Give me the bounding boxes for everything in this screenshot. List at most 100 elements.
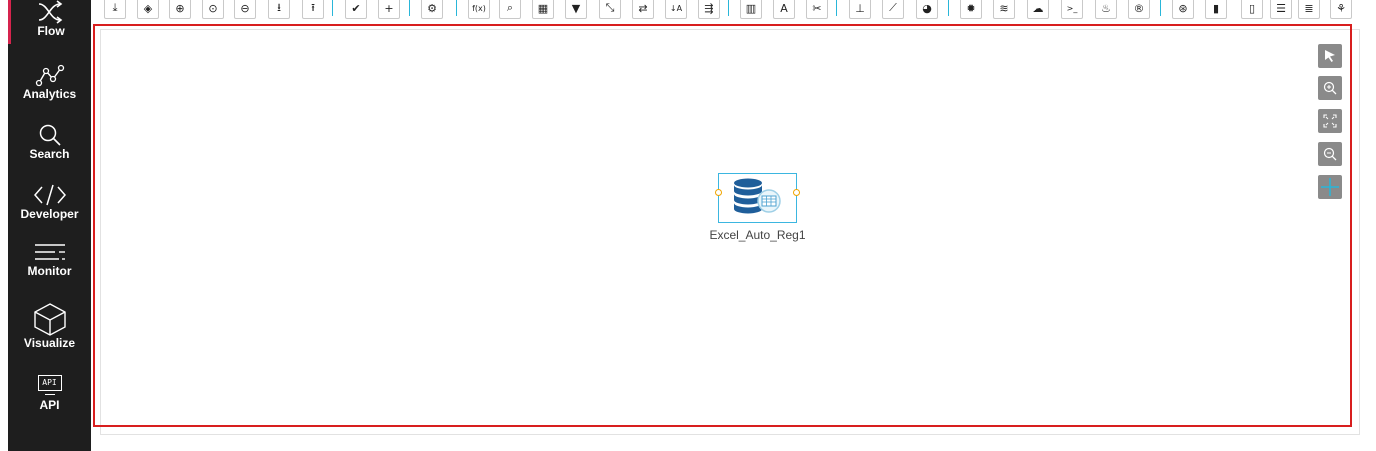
search-button[interactable]: ⌕ [499, 0, 521, 19]
brain-button[interactable]: ☁ [1027, 0, 1049, 19]
db-stack-button[interactable]: ≣ [1298, 0, 1320, 19]
sidebar-item-label: Analytics [22, 87, 77, 101]
target-button[interactable]: ⊙ [202, 0, 224, 19]
window-edge [0, 0, 8, 451]
api-icon-text: API [42, 378, 57, 387]
cylinder-icon: ▯ [1248, 1, 1256, 15]
hive-icon: ⚘ [1336, 1, 1346, 15]
settings-group-icon: ⚙ [427, 1, 437, 15]
collapse-button[interactable]: ⤡ [599, 0, 621, 19]
pie-chart-icon: ◕ [922, 1, 932, 15]
excel-button[interactable]: ▦ [532, 0, 554, 19]
check-button[interactable]: ✔ [345, 0, 367, 19]
globe-icon: ⊛ [1178, 1, 1188, 15]
hierarchy-icon: ⊥ [855, 1, 865, 15]
file-icon: ▮ [1212, 1, 1220, 15]
fit-screen-button[interactable] [1318, 109, 1342, 133]
settings-group-button[interactable]: ⚙ [421, 0, 443, 19]
sidebar-item-monitor[interactable]: Monitor [8, 242, 91, 278]
pointer-tool-button[interactable] [1318, 44, 1342, 68]
download-button[interactable]: ⭳ [268, 0, 290, 19]
sort-az-icon: ↓A [669, 3, 683, 13]
plus-button[interactable]: + [378, 0, 400, 19]
file-button[interactable]: ▮ [1205, 0, 1227, 19]
indent-icon: ☰ [1276, 1, 1286, 15]
eye-off-icon: ◈ [143, 1, 153, 15]
filter-button[interactable]: ▼ [565, 0, 587, 19]
node-label: Excel_Auto_Reg1 [709, 228, 806, 242]
target-icon: ⊙ [208, 1, 218, 15]
toolbar-separator [728, 0, 729, 16]
eye-off-button[interactable]: ◈ [137, 0, 159, 19]
sidebar-item-api[interactable]: API API [8, 375, 91, 412]
upload-icon: ⭱ [311, 0, 315, 14]
database-excel-icon [734, 178, 781, 214]
sidebar-item-label: API [39, 398, 60, 412]
line-chart-button[interactable]: ⟋ [882, 0, 904, 19]
sidebar-item-developer[interactable]: Developer [8, 183, 91, 221]
sidebar-item-flow[interactable]: Flow [8, 0, 91, 44]
swap-icon: ⇄ [638, 1, 648, 15]
pie-chart-button[interactable]: ◕ [916, 0, 938, 19]
input-port[interactable] [715, 189, 722, 196]
add-circle-icon: ⊕ [175, 1, 185, 15]
collapse-icon: ⤡ [605, 1, 615, 14]
function-button[interactable]: f(x) [468, 0, 490, 19]
hive-button[interactable]: ⚘ [1330, 0, 1352, 19]
toolbar-separator [1160, 0, 1161, 16]
brain-icon: ☁ [1032, 1, 1044, 15]
toolbar: ⤓ ◈ ⊕ ⊙ ⊖ ⭳ ⭱ ✔ + ⚙ f(x) ⌕ ▦ ▼ ⤡ ⇄ ↓A ⇶ ▥ A ✂ ⊥ ⟋ ◕ ✹ ≋ ☁ >_ ♨ ® ⊛ ▮ ▯ ☰ ≣… [91, 0, 1376, 22]
code-icon [33, 184, 66, 206]
sidebar-item-analytics[interactable]: Analytics [8, 63, 91, 101]
sidebar: Flow Analytics Search Developer Monitor … [8, 0, 91, 451]
sidebar-item-label: Flow [37, 24, 65, 38]
toolbar-separator [836, 0, 837, 16]
download-icon: ⭳ [277, 0, 281, 14]
toolbar-separator [948, 0, 949, 16]
pan-tool-button[interactable] [1318, 175, 1342, 199]
output-port[interactable] [793, 189, 800, 196]
cube-icon [33, 303, 66, 336]
search-icon: ⌕ [506, 1, 514, 14]
upload-button[interactable]: ⭱ [302, 0, 324, 19]
search-icon [39, 124, 61, 146]
text-button[interactable]: A [773, 0, 795, 19]
text-icon: A [780, 1, 788, 15]
zoom-out-icon [1323, 147, 1337, 161]
bar-chart-icon: ▥ [745, 1, 757, 15]
hierarchy-button[interactable]: ⊥ [849, 0, 871, 19]
swap-button[interactable]: ⇄ [632, 0, 654, 19]
java-button[interactable]: ♨ [1095, 0, 1117, 19]
remove-circle-button[interactable]: ⊖ [234, 0, 256, 19]
sidebar-item-visualize[interactable]: Visualize [8, 302, 91, 350]
flow-icon [38, 0, 63, 24]
flow-node-excel-auto-reg1[interactable] [718, 173, 797, 223]
globe-button[interactable]: ⊛ [1172, 0, 1194, 19]
add-circle-button[interactable]: ⊕ [169, 0, 191, 19]
remove-circle-icon: ⊖ [240, 1, 250, 15]
bar-chart-button[interactable]: ▥ [740, 0, 762, 19]
cut-button[interactable]: ✂ [806, 0, 828, 19]
download-check-icon: ⤓ [112, 1, 118, 14]
indent-button[interactable]: ☰ [1270, 0, 1292, 19]
terminal-button[interactable]: >_ [1061, 0, 1083, 19]
cylinder-button[interactable]: ▯ [1241, 0, 1263, 19]
database-button[interactable]: ≋ [993, 0, 1015, 19]
zoom-out-button[interactable] [1318, 142, 1342, 166]
toolbar-separator [409, 0, 410, 16]
r-lang-button[interactable]: ® [1128, 0, 1150, 19]
zoom-in-button[interactable] [1318, 76, 1342, 100]
route-icon: ⇶ [704, 1, 714, 15]
terminal-icon: >_ [1066, 3, 1078, 13]
download-check-button[interactable]: ⤓ [104, 0, 126, 19]
zoom-in-icon [1323, 81, 1337, 95]
gear-icon: ✹ [966, 1, 976, 15]
route-button[interactable]: ⇶ [698, 0, 720, 19]
sidebar-item-label: Monitor [27, 264, 72, 278]
pointer-icon [1325, 50, 1335, 62]
api-icon: API [37, 375, 62, 395]
sort-az-button[interactable]: ↓A [665, 0, 687, 19]
gear-button[interactable]: ✹ [960, 0, 982, 19]
sidebar-item-label: Search [29, 147, 70, 161]
sidebar-item-search[interactable]: Search [8, 123, 91, 161]
